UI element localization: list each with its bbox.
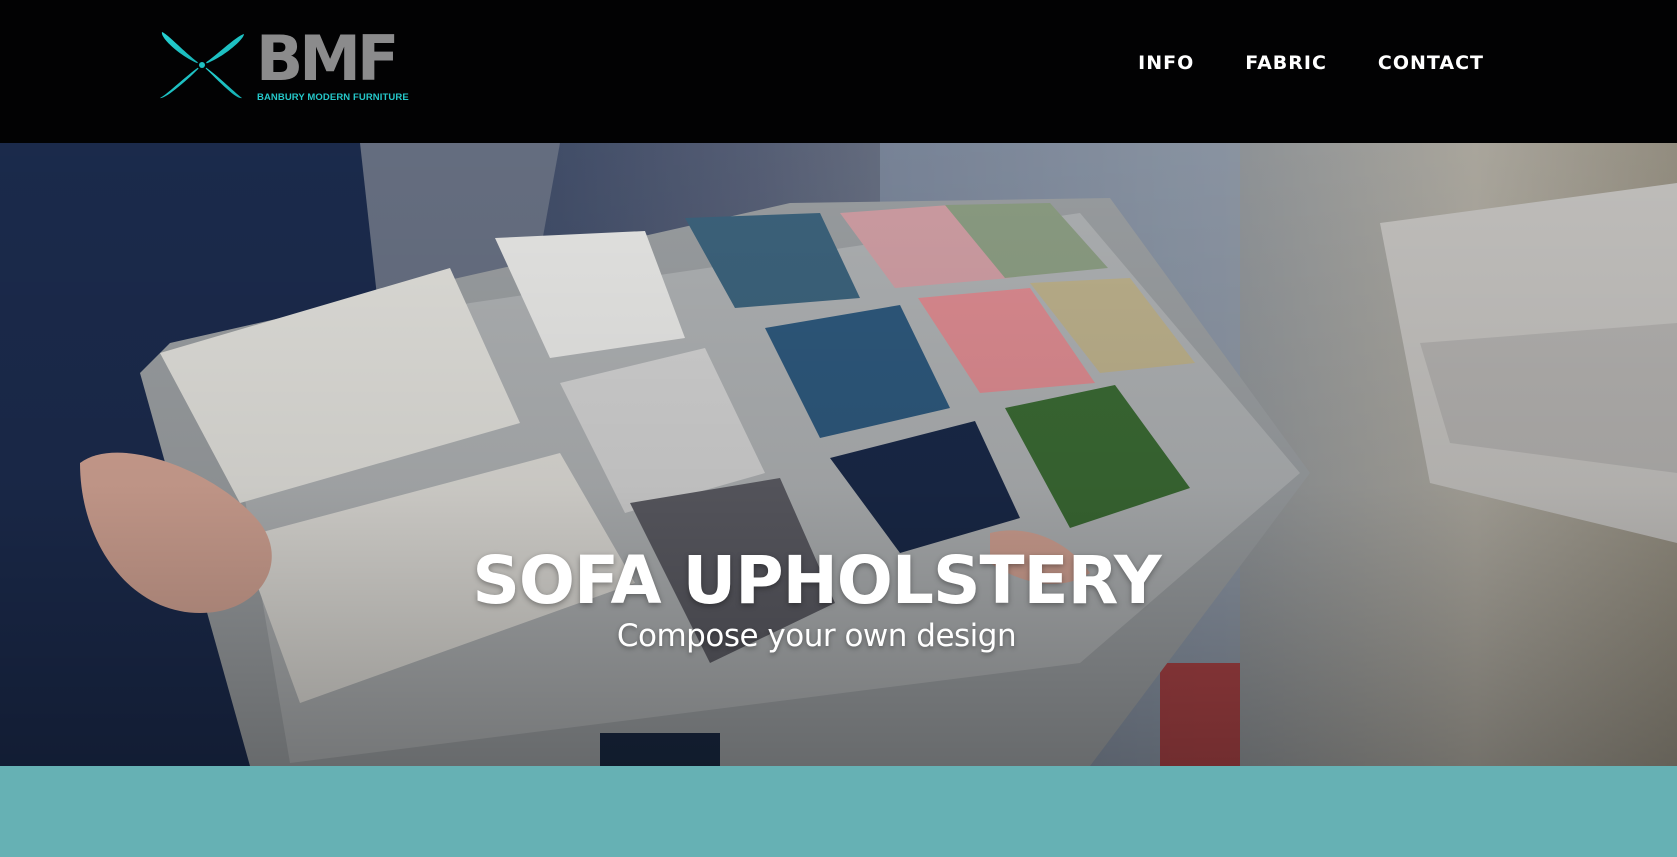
hero-section: SOFA UPHOLSTERY Compose your own design <box>0 143 1677 766</box>
site-header: BMF BANBURY MODERN FURNITURE INFO FABRIC… <box>0 0 1677 143</box>
hero-subtitle: Compose your own design <box>616 618 1017 654</box>
hero-overlay <box>0 143 1677 766</box>
brand-tagline: BANBURY MODERN FURNITURE <box>257 92 409 103</box>
nav-link-fabric[interactable]: FABRIC <box>1245 52 1327 74</box>
brand-logo[interactable]: BMF BANBURY MODERN FURNITURE <box>158 28 418 104</box>
propeller-x-icon <box>160 32 244 99</box>
hero-title: SOFA UPHOLSTERY <box>472 542 1161 619</box>
nav-link-info[interactable]: INFO <box>1138 52 1194 74</box>
teal-section-band <box>0 766 1677 857</box>
main-nav: INFO FABRIC CONTACT <box>1138 52 1484 74</box>
brand-wordmark: BMF <box>256 22 399 95</box>
nav-link-contact[interactable]: CONTACT <box>1378 52 1484 74</box>
